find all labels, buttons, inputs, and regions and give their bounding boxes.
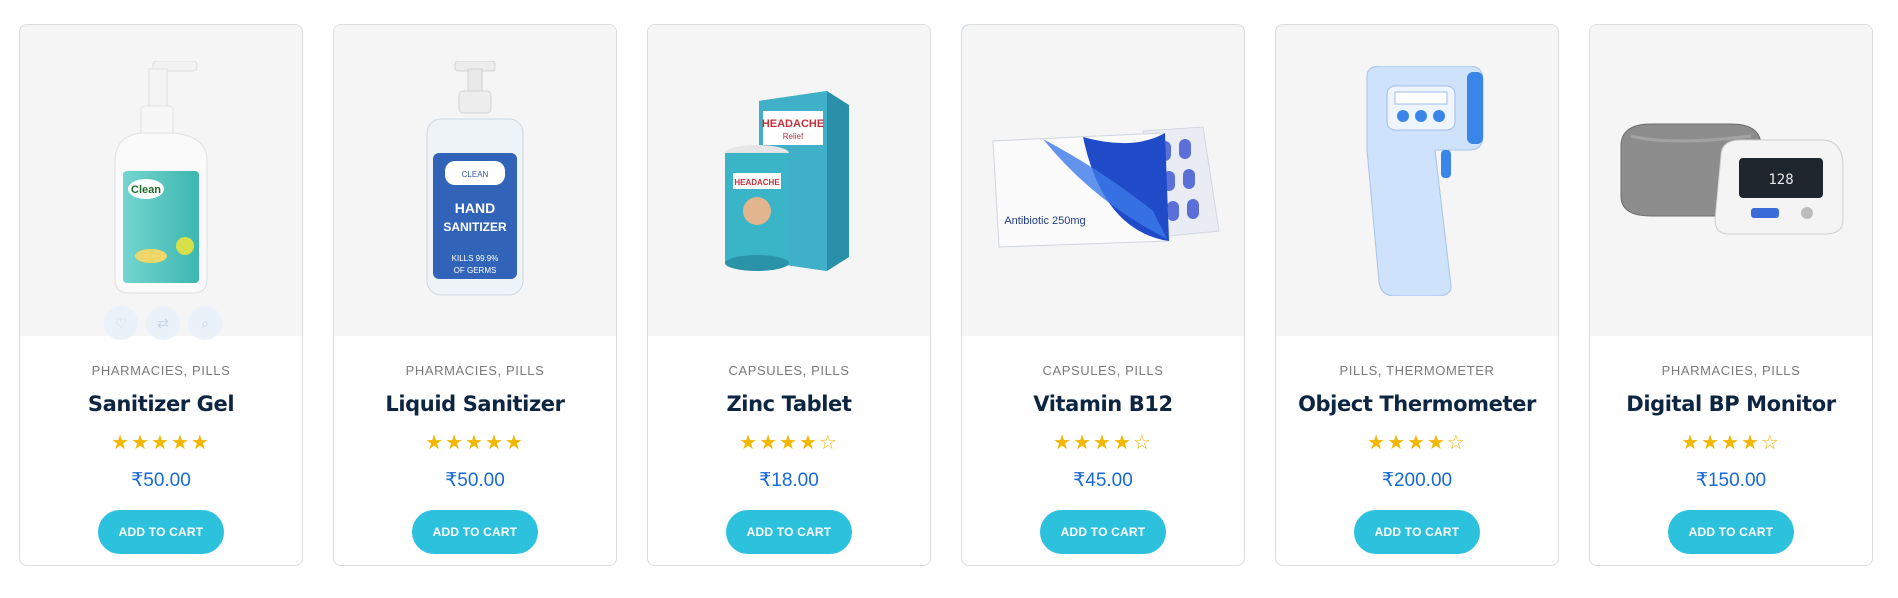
product-categories[interactable]: PHARMACIES, PILLS (1590, 363, 1872, 378)
add-to-cart-button[interactable]: ADD TO CART (412, 510, 538, 554)
product-title[interactable]: Digital BP Monitor (1590, 392, 1872, 416)
product-title[interactable]: Zinc Tablet (648, 392, 930, 416)
add-to-cart-button[interactable]: ADD TO CART (1354, 510, 1480, 554)
product-price: ₹200.00 (1381, 470, 1453, 491)
quick-actions: ♡ ⇄ ⌕ (104, 306, 222, 340)
svg-text:CLEAN: CLEAN (462, 170, 489, 179)
add-to-cart-button[interactable]: ADD TO CART (98, 510, 224, 554)
product-price: ₹50.00 (445, 470, 505, 491)
product-price: ₹150.00 (1695, 470, 1767, 491)
product-image[interactable]: Antibiotic 250mg (962, 25, 1244, 336)
svg-text:HAND: HAND (455, 200, 495, 216)
heart-icon[interactable]: ♡ (104, 306, 138, 340)
product-card[interactable]: PILLS, THERMOMETER Object Thermometer ★★… (1275, 24, 1559, 566)
product-card[interactable]: 128 PHARMACIES, PILLS Digital BP Monitor… (1589, 24, 1873, 566)
product-price: ₹45.00 (1073, 470, 1133, 491)
svg-text:HEADACHE: HEADACHE (762, 118, 824, 130)
rating-stars: ★★★★★ (111, 432, 211, 454)
antibiotic-blister-pack-icon: Antibiotic 250mg (992, 125, 1220, 248)
svg-text:SANITIZER: SANITIZER (443, 220, 507, 234)
product-image[interactable]: Clean ♡ ⇄ ⌕ (20, 25, 302, 340)
product-categories[interactable]: PHARMACIES, PILLS (334, 363, 616, 378)
add-to-cart-button[interactable]: ADD TO CART (1040, 510, 1166, 554)
svg-text:KILLS 99.9%: KILLS 99.9% (452, 254, 499, 263)
product-image[interactable]: CLEAN HAND SANITIZER KILLS 99.9% OF GERM… (334, 25, 616, 336)
add-to-cart-button[interactable]: ADD TO CART (1668, 510, 1794, 554)
product-image[interactable]: HEADACHE Relief HEADACHE (648, 25, 930, 336)
svg-text:HEADACHE: HEADACHE (734, 178, 780, 187)
bp-monitor-icon: 128 (1620, 123, 1844, 234)
headache-relief-box-icon: HEADACHE Relief HEADACHE (725, 90, 849, 271)
product-image-label: Antibiotic 250mg (1004, 215, 1085, 227)
product-card[interactable]: 📌 Antibiotic 250mg CAPSULES, PILLS Vitam… (961, 24, 1245, 566)
hand-sanitizer-pump-icon: CLEAN HAND SANITIZER KILLS 99.9% OF GERM… (426, 60, 524, 295)
product-card[interactable]: CLEAN HAND SANITIZER KILLS 99.9% OF GERM… (333, 24, 617, 566)
add-to-cart-button[interactable]: ADD TO CART (726, 510, 852, 554)
rating-stars: ★★★★☆ (739, 432, 839, 454)
rating-stars: ★★★★☆ (1367, 432, 1467, 454)
product-card[interactable]: HEADACHE Relief HEADACHE CAPSULES, PILLS… (647, 24, 931, 566)
rating-stars: ★★★★★ (425, 432, 525, 454)
product-title[interactable]: Vitamin B12 (962, 392, 1244, 416)
product-image[interactable]: 128 (1590, 25, 1872, 336)
sanitizer-gel-bottle-icon: Clean (114, 60, 208, 293)
product-categories[interactable]: PILLS, THERMOMETER (1276, 363, 1558, 378)
svg-text:OF GERMS: OF GERMS (454, 266, 497, 275)
product-title[interactable]: Sanitizer Gel (20, 392, 302, 416)
product-categories[interactable]: PHARMACIES, PILLS (20, 363, 302, 378)
search-icon[interactable]: ⌕ (188, 306, 222, 340)
infrared-thermometer-icon (1366, 65, 1484, 296)
product-price: ₹50.00 (131, 470, 191, 491)
product-card[interactable]: Clean ♡ ⇄ ⌕ PHARMACIES, PILLS Sanitizer … (19, 24, 303, 566)
product-price: ₹18.00 (759, 470, 819, 491)
rating-stars: ★★★★☆ (1053, 432, 1153, 454)
svg-text:Clean: Clean (131, 184, 161, 196)
product-categories[interactable]: CAPSULES, PILLS (962, 363, 1244, 378)
svg-text:Relief: Relief (783, 132, 804, 141)
svg-text:128: 128 (1768, 172, 1793, 188)
rating-stars: ★★★★☆ (1681, 432, 1781, 454)
product-title[interactable]: Object Thermometer (1276, 392, 1558, 416)
product-image[interactable] (1276, 25, 1558, 336)
product-grid: Clean ♡ ⇄ ⌕ PHARMACIES, PILLS Sanitizer … (19, 24, 1873, 566)
shuffle-icon[interactable]: ⇄ (146, 306, 180, 340)
product-categories[interactable]: CAPSULES, PILLS (648, 363, 930, 378)
product-title[interactable]: Liquid Sanitizer (334, 392, 616, 416)
